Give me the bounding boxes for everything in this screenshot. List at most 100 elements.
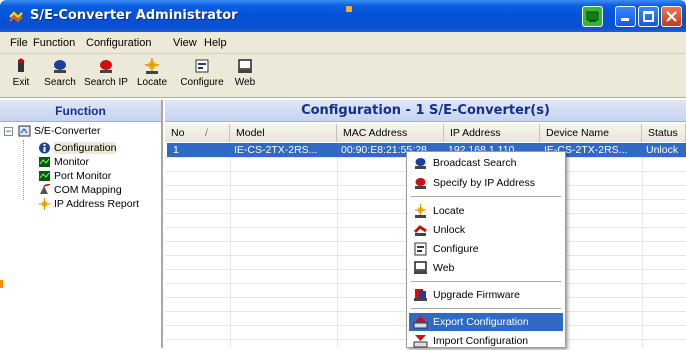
tree-item-monitor[interactable]: Monitor <box>38 156 89 170</box>
search-label: Search <box>44 77 76 88</box>
menu-web[interactable]: Web <box>409 259 563 277</box>
menu-locate[interactable]: Locate <box>409 202 563 220</box>
exit-icon <box>18 58 24 72</box>
title-marker <box>346 6 352 12</box>
monitor-icon <box>39 157 50 168</box>
maximize-button[interactable] <box>638 6 659 27</box>
column-ip-address-label: IP Address <box>450 127 501 139</box>
menu-locate-label: Locate <box>433 205 465 217</box>
exit-button[interactable]: Exit <box>8 57 34 88</box>
network-icon <box>586 11 599 22</box>
tree-item-port-monitor-label: Port Monitor <box>54 170 112 183</box>
context-menu: Broadcast Search Specify by IP Address L… <box>406 151 566 348</box>
configure-button[interactable]: Configure <box>178 57 226 88</box>
column-model[interactable]: Model <box>230 124 337 142</box>
broadcast-search-icon <box>415 158 426 169</box>
close-button[interactable] <box>661 6 682 27</box>
unlock-icon <box>413 225 427 236</box>
column-status[interactable]: Status <box>642 124 686 142</box>
cell-no: 1 <box>173 144 179 156</box>
export-configuration-icon <box>413 316 428 329</box>
menu-view[interactable]: View <box>173 37 197 49</box>
tree-item-ip-address-report[interactable]: IP Address Report <box>38 198 139 212</box>
menu-export-configuration[interactable]: Export Configuration <box>409 313 563 331</box>
exit-label: Exit <box>12 77 30 88</box>
configure-icon <box>195 59 209 73</box>
tree-item-configuration[interactable]: Configuration <box>38 142 117 156</box>
window-title: S/E-Converter Administrator <box>30 8 238 23</box>
tree-connector <box>23 140 24 200</box>
menu-file-label: File <box>10 37 28 49</box>
menu-broadcast-search-label: Broadcast Search <box>433 157 517 169</box>
menu-upgrade-firmware[interactable]: Upgrade Firmware <box>409 286 563 304</box>
locate-button[interactable]: Locate <box>134 57 170 88</box>
web-button[interactable]: Web <box>232 57 258 88</box>
grid-line <box>642 143 643 348</box>
info-icon <box>39 142 50 154</box>
menu-web-label: Web <box>433 262 455 274</box>
tray-button[interactable] <box>582 6 603 27</box>
tree-item-ip-address-report-label: IP Address Report <box>54 198 140 211</box>
column-mac-address-label: MAC Address <box>343 127 408 139</box>
web-label: Web <box>234 77 256 88</box>
column-device-name[interactable]: Device Name <box>540 124 642 142</box>
locate-icon <box>415 204 426 218</box>
tree-item-com-mapping-label: COM Mapping <box>54 184 122 197</box>
search-ip-button[interactable]: Search IP <box>84 57 128 88</box>
locate-label: Locate <box>136 77 168 88</box>
menu-specify-by-ip-label: Specify by IP Address <box>433 177 535 189</box>
menu-broadcast-search[interactable]: Broadcast Search <box>409 154 563 172</box>
title-bar: S/E-Converter Administrator <box>0 0 686 32</box>
menu-specify-by-ip[interactable]: Specify by IP Address <box>409 174 563 192</box>
tree-item-configuration-label: Configuration <box>54 142 117 155</box>
column-model-label: Model <box>236 127 265 139</box>
tree-item-com-mapping[interactable]: COM Mapping <box>38 184 122 198</box>
column-device-name-label: Device Name <box>546 127 610 139</box>
search-button[interactable]: Search <box>42 57 78 88</box>
menu-upgrade-firmware-label: Upgrade Firmware <box>433 289 520 301</box>
converter-icon <box>18 125 31 137</box>
tree-item-port-monitor[interactable]: Port Monitor <box>38 170 111 184</box>
minimize-icon <box>621 18 629 21</box>
menu-file[interactable]: File <box>10 37 28 49</box>
configure-label: Configure <box>180 77 224 88</box>
column-mac-address[interactable]: MAC Address <box>337 124 444 142</box>
upgrade-firmware-icon <box>414 289 427 301</box>
column-ip-address[interactable]: IP Address <box>444 124 540 142</box>
menu-bar: File Function Configuration View Help <box>0 32 686 54</box>
menu-separator <box>411 196 561 198</box>
menu-unlock[interactable]: Unlock <box>409 221 563 239</box>
menu-help-label: Help <box>204 37 227 49</box>
column-status-label: Status <box>648 127 678 139</box>
function-header: Function <box>0 100 161 122</box>
menu-import-configuration[interactable]: Import Configuration <box>409 332 563 350</box>
web-icon <box>414 261 427 274</box>
search-icon <box>54 60 66 73</box>
menu-configure-label: Configure <box>433 243 479 255</box>
menu-configure[interactable]: Configure <box>409 240 563 258</box>
ip-report-icon <box>38 198 51 211</box>
port-monitor-icon <box>39 171 50 182</box>
tree-root[interactable]: S/E-Converter <box>18 125 101 139</box>
grid-line <box>230 143 231 348</box>
search-ip-icon <box>100 60 112 73</box>
configure-icon <box>414 242 427 256</box>
cell-status: Unlock <box>646 144 679 156</box>
minimize-button[interactable] <box>615 6 636 27</box>
function-panel: Function − S/E-Converter Configuration M… <box>0 100 163 348</box>
menu-view-label: View <box>173 37 197 49</box>
menu-unlock-label: Unlock <box>433 224 466 236</box>
device-table-header: No / Model MAC Address IP Address Device … <box>165 124 686 142</box>
column-no[interactable]: No / <box>165 124 230 142</box>
resize-marker <box>0 280 3 288</box>
app-icon <box>9 11 23 23</box>
menu-separator <box>411 308 561 310</box>
menu-function[interactable]: Function <box>33 37 75 49</box>
menu-help[interactable]: Help <box>204 37 227 49</box>
search-ip-label: Search IP <box>84 77 128 88</box>
function-tree: − S/E-Converter Configuration Monitor Po… <box>0 122 161 348</box>
menu-import-configuration-label: Import Configuration <box>433 335 529 347</box>
tree-root-label: S/E-Converter <box>34 125 101 138</box>
menu-configuration[interactable]: Configuration <box>86 37 151 49</box>
collapse-toggle[interactable]: − <box>4 127 13 136</box>
